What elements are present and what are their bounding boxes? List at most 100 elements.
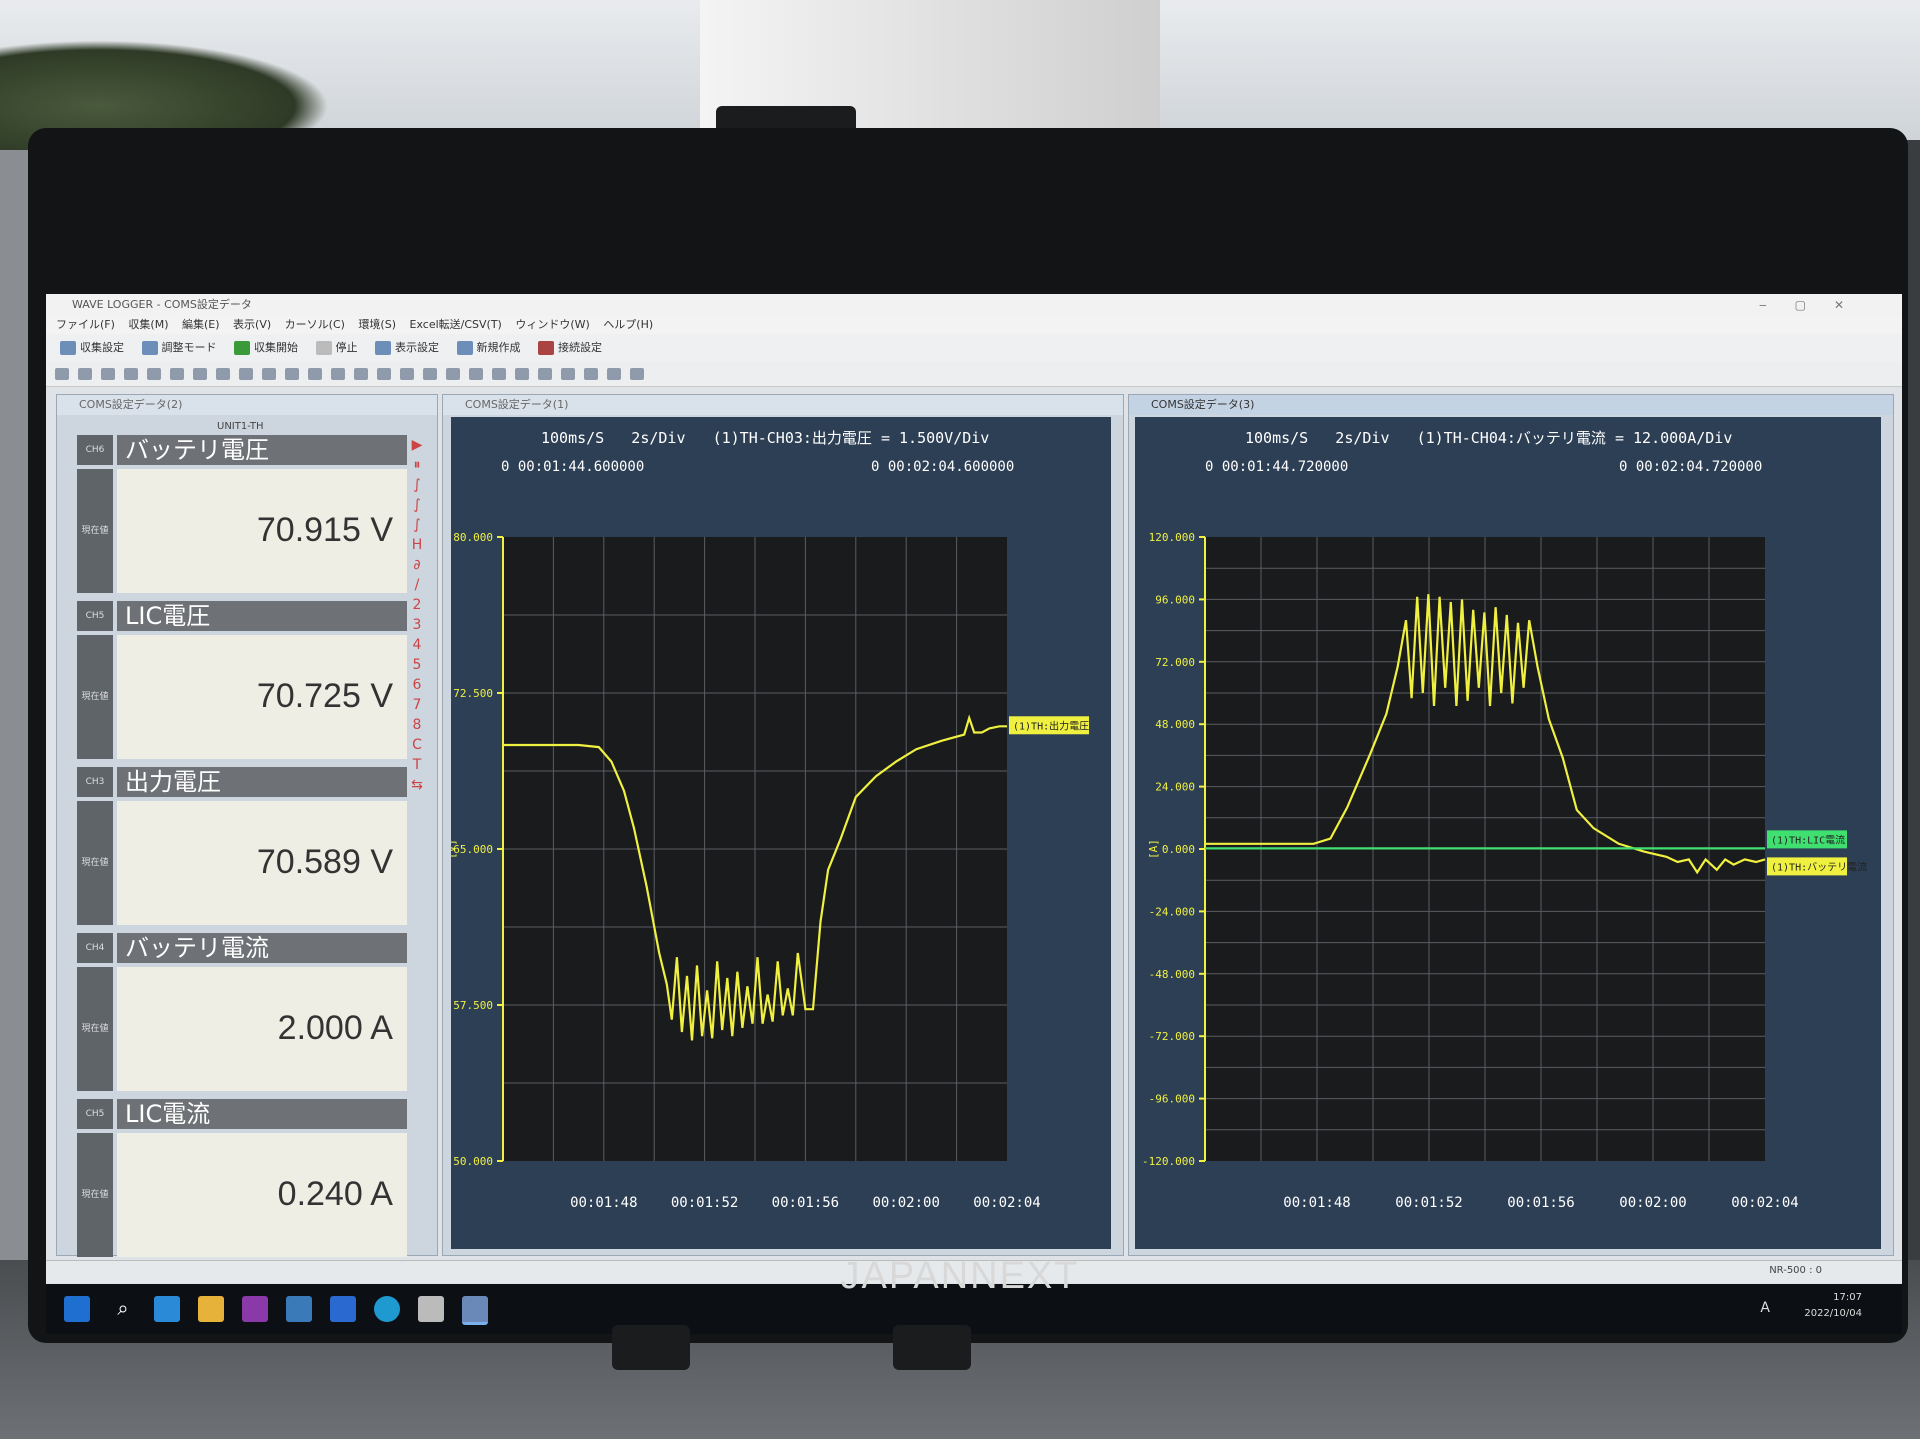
settings-icon [60,341,76,355]
onenote-icon[interactable] [242,1296,268,1322]
start-collect-button[interactable]: 収集開始 [234,334,298,362]
menu-collect[interactable]: 収集(M) [128,316,168,334]
tool-icon[interactable] [78,368,92,380]
edge-icon[interactable] [374,1296,400,1322]
folder-icon[interactable] [198,1296,224,1322]
meter-value: 70.915 V [256,511,393,549]
tool-icon[interactable] [423,368,437,380]
x-tick-label: 00:02:00 [1619,1195,1686,1211]
current-chart-area: 100ms/S 2s/Div (1)TH-CH04:バッテリ電流 = 12.00… [1135,417,1881,1249]
current-chart-window: COMS設定データ(3) 100ms/S 2s/Div (1)TH-CH04:バ… [1128,394,1894,1256]
play-icon [234,341,250,355]
y-tick-label: 80.000 [453,531,493,544]
x-tick-label: 00:01:56 [772,1195,839,1211]
tool-icon[interactable] [400,368,414,380]
windows-start-icon[interactable] [64,1296,90,1322]
y-tick-label: 65.000 [453,843,493,856]
menu-edit[interactable]: 編集(E) [182,316,220,334]
menu-file[interactable]: ファイル(F) [56,316,115,334]
stop-icon [315,341,332,355]
value-box: 70.725 V [117,635,407,759]
brand-logo: JAPANNEXT [840,1255,1080,1297]
meter-name: 出力電圧 [117,767,407,797]
tool-icon[interactable] [239,368,253,380]
menu-view[interactable]: 表示(V) [233,316,271,334]
current-label: 現在値 [77,469,113,593]
x-tick-label: 00:01:48 [1283,1195,1350,1211]
new-button[interactable]: 新規作成 [456,334,521,362]
clock-date: 2022/10/04 [1804,1308,1862,1319]
tool-icon[interactable] [216,368,230,380]
meter-name: バッテリ電流 [117,933,407,963]
value-box: 0.240 A [117,1133,407,1257]
tool-icon[interactable] [101,368,115,380]
connect-settings-button[interactable]: 接続設定 [538,334,602,362]
search-icon[interactable]: ⌕ [110,1296,136,1322]
tool-icon[interactable] [630,368,644,380]
new-icon [456,341,473,355]
wave-logger-icon[interactable] [462,1296,488,1325]
value-box: 70.589 V [117,801,407,925]
calculator-icon[interactable] [286,1296,312,1322]
voltage-chart[interactable]: 80.000 72.500 65.000 57.500 50.000 [V] 00:01:4… [451,417,1111,1249]
tool-icon[interactable] [285,368,299,380]
tool-icon[interactable] [584,368,598,380]
meter-battery-current: CH4 バッテリ電流 現在値 2.000 A [77,933,407,1093]
y-tick-label: 72.500 [453,687,493,700]
tool-icon[interactable] [492,368,506,380]
current-label: 現在値 [77,967,113,1091]
tool-icon[interactable] [469,368,483,380]
meter-value: 2.000 A [277,1009,393,1047]
tool-icon[interactable] [515,368,529,380]
tool-icon[interactable] [561,368,575,380]
y-tick-label: -72.000 [1149,1030,1195,1043]
tool-icon[interactable] [354,368,368,380]
channel-label: CH4 [77,933,113,963]
tool-icon[interactable] [55,368,69,380]
value-box: 70.915 V [117,469,407,593]
tool-icon[interactable] [538,368,552,380]
x-tick-label: 00:01:48 [570,1195,637,1211]
window-controls[interactable]: ‒▢✕ [1759,294,1872,316]
meter-value: 70.725 V [256,677,393,715]
outlook-icon[interactable] [330,1296,356,1322]
x-tick-label: 00:02:04 [973,1195,1040,1211]
tool-icon[interactable] [124,368,138,380]
tool-icon[interactable] [170,368,184,380]
menu-excel[interactable]: Excel転送/CSV(T) [410,316,502,334]
tool-icon[interactable] [147,368,161,380]
meter-value: 0.240 A [277,1175,393,1213]
tool-icon[interactable] [262,368,276,380]
tool-icon[interactable] [446,368,460,380]
y-axis-label: [A] [1147,839,1160,859]
menu-help[interactable]: ヘルプ(H) [603,316,653,334]
tool-icon[interactable] [193,368,207,380]
meter-lic-voltage: CH5 LIC電圧 現在値 70.725 V [77,601,407,761]
ime-indicator[interactable]: A [1760,1300,1770,1316]
display-icon [375,341,391,355]
menu-env[interactable]: 環境(S) [358,316,396,334]
app-icon[interactable] [418,1296,444,1322]
x-tick-label: 00:01:52 [1395,1195,1462,1211]
meter-output-voltage: CH3 出力電圧 現在値 70.589 V [77,767,407,927]
x-tick-label: 00:01:52 [671,1195,738,1211]
menu-window[interactable]: ウィンドウ(W) [515,316,589,334]
collect-settings-button[interactable]: 収集設定 [60,334,124,362]
y-tick-label: 50.000 [453,1155,493,1168]
monitor-bezel: WAVE LOGGER - COMS設定データ ‒▢✕ ファイル(F) 収集(M… [28,128,1908,1343]
adjust-mode-button[interactable]: 調整モード [141,334,217,362]
stop-button[interactable]: 停止 [315,334,358,362]
cursor-tool-strip[interactable]: ▶ ⏸ ∫ ∫ ∫ H ∂/2 3 4 5 6 7 8 C T ⇆ [407,435,427,855]
ie-icon[interactable] [154,1296,180,1322]
tool-icon[interactable] [308,368,322,380]
current-chart[interactable]: 120.000 96.000 72.000 48.000 24.000 0.000 -24.… [1135,417,1881,1249]
tool-icon[interactable] [331,368,345,380]
menu-cursor[interactable]: カーソル(C) [285,316,345,334]
display-settings-button[interactable]: 表示設定 [375,334,439,362]
value-box: 2.000 A [117,967,407,1091]
legend-label: (1)TH:出力電圧 [1013,719,1089,732]
legend-label: (1)TH:バッテリ電流 [1771,860,1867,873]
tool-icon[interactable] [377,368,391,380]
tool-icon[interactable] [607,368,621,380]
y-tick-label: 0.000 [1162,843,1195,856]
